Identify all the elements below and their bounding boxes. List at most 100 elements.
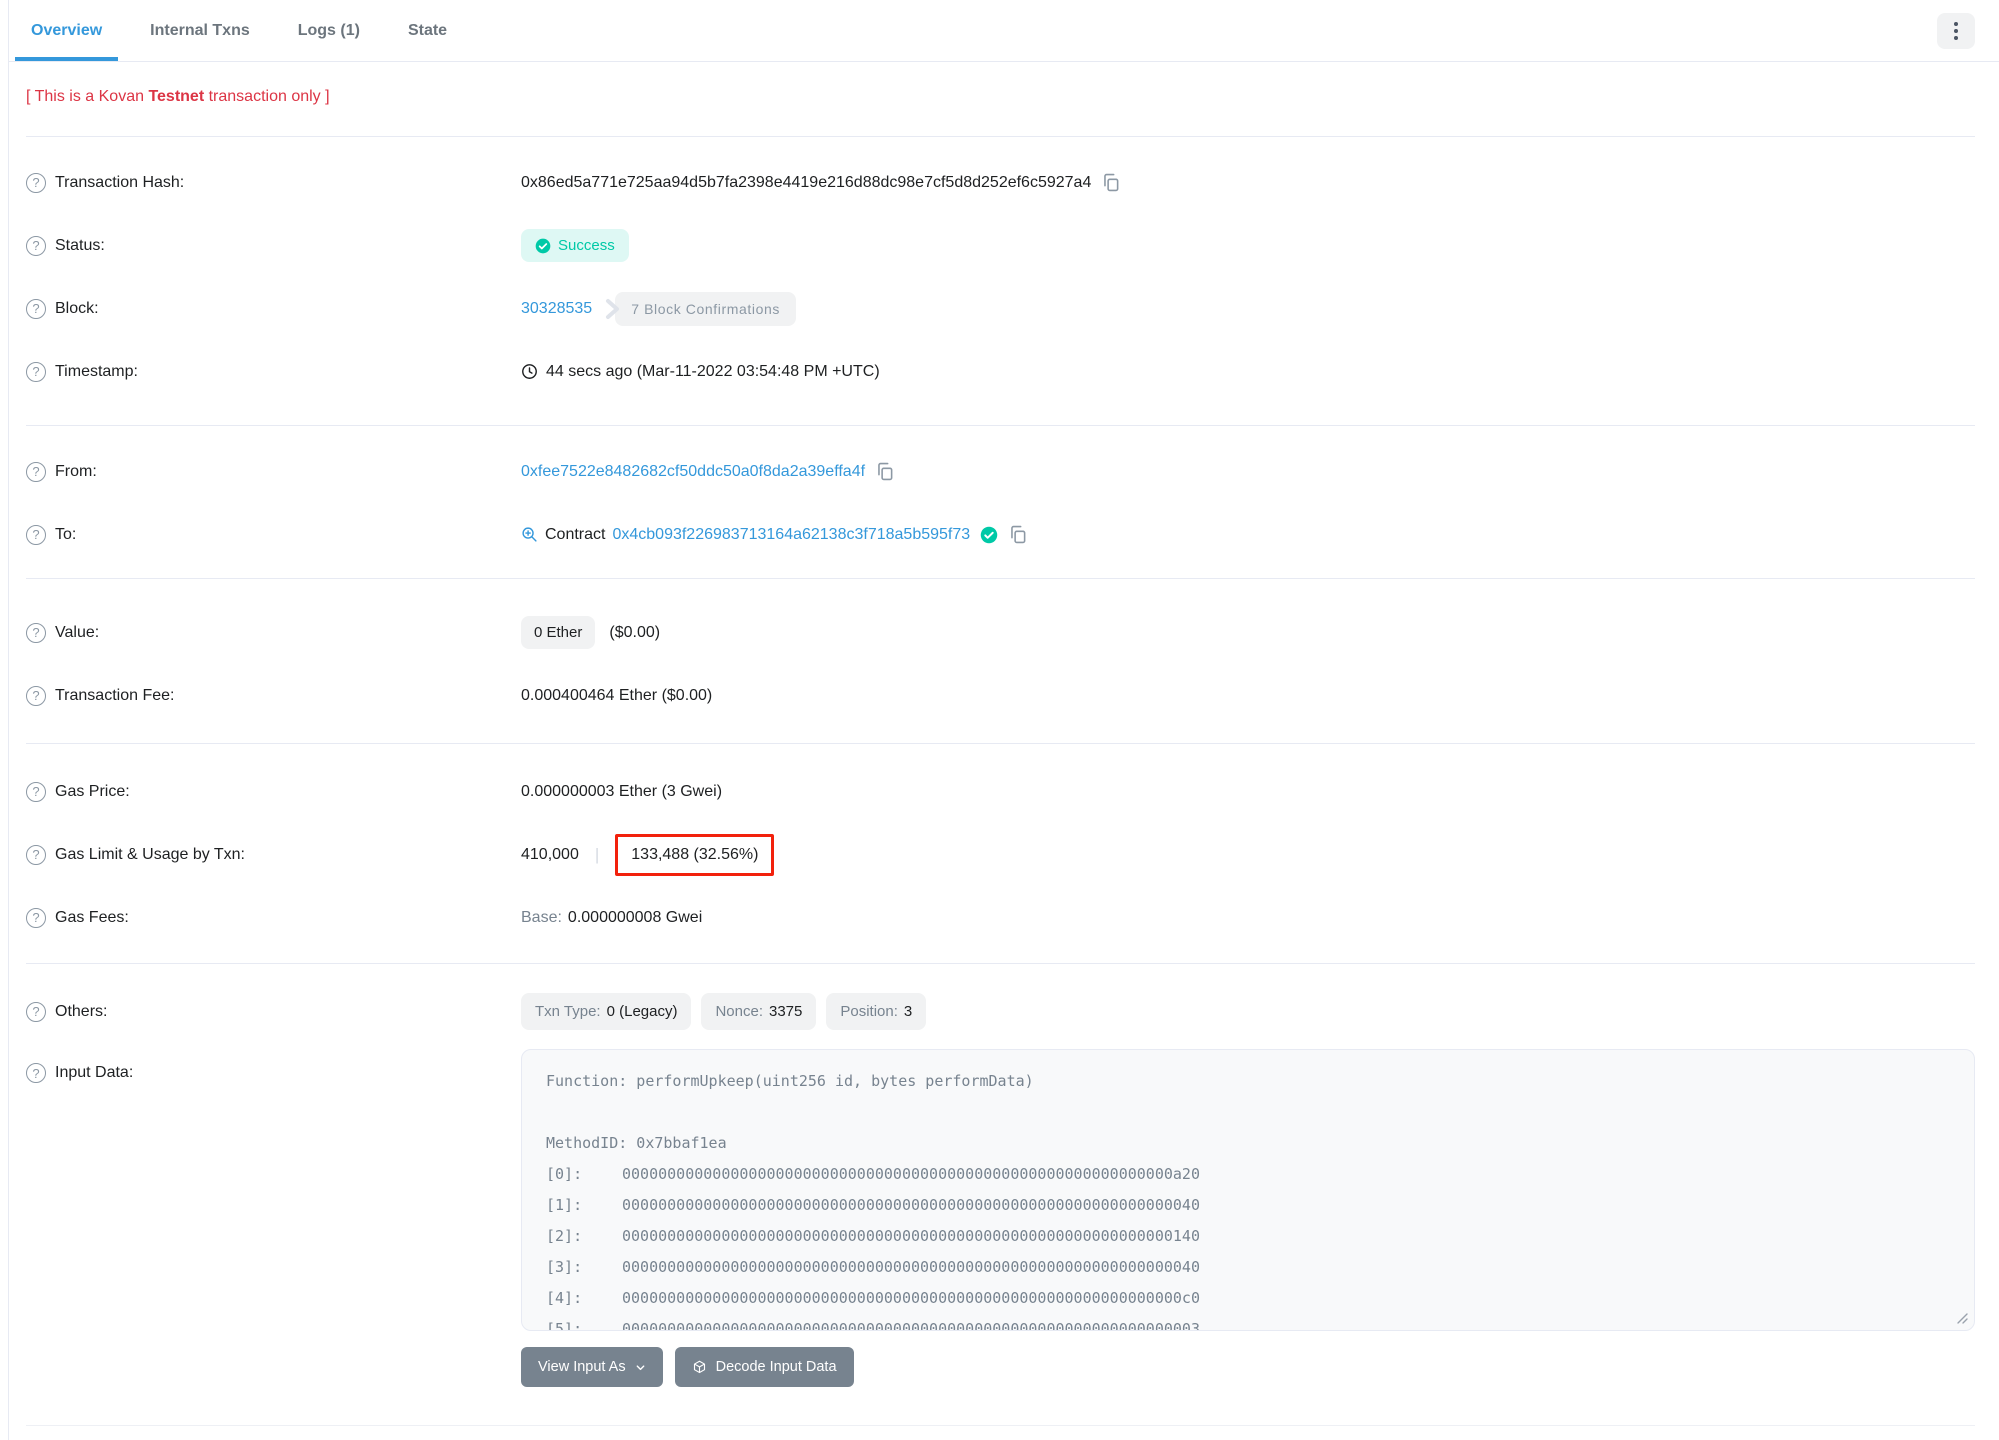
- notice-prefix: [ This is a Kovan: [26, 88, 149, 105]
- help-icon[interactable]: [26, 685, 46, 706]
- tab-internal-txns[interactable]: Internal Txns: [134, 0, 266, 61]
- help-icon[interactable]: [26, 844, 46, 865]
- position-value: 3: [903, 1003, 913, 1020]
- help-icon[interactable]: [26, 298, 46, 319]
- help-icon[interactable]: [26, 524, 46, 545]
- from-address-link[interactable]: 0xfee7522e8482682cf50ddc50a0f8da2a39effa…: [521, 463, 865, 481]
- row-gas-fees: Gas Fees: Base: 0.000000008 Gwei: [26, 886, 1975, 949]
- input-data-actions: View Input As Decode Input Data: [521, 1347, 1975, 1387]
- transaction-hash-value: 0x86ed5a771e725aa94d5b7fa2398e4419e216d8…: [521, 173, 1092, 191]
- ether-value-pill: 0 Ether: [521, 616, 596, 649]
- to-address-link[interactable]: 0x4cb093f226983713164a62138c3f718a5b595f…: [612, 526, 970, 544]
- position-label: Position:: [840, 1003, 898, 1020]
- word-index: [3]:: [546, 1258, 583, 1276]
- row-gas-price: Gas Price: 0.000000003 Ether (3 Gwei): [26, 760, 1975, 823]
- gas-limit-value: 410,000: [521, 845, 579, 863]
- input-function-line: Function: performUpkeep(uint256 id, byte…: [546, 1072, 1034, 1090]
- status-label: Status:: [55, 236, 105, 254]
- tab-state[interactable]: State: [392, 0, 463, 61]
- word-value: 0000000000000000000000000000000000000000…: [622, 1196, 1200, 1214]
- nonce-badge: Nonce: 3375: [701, 993, 817, 1030]
- input-word: [2]: 00000000000000000000000000000000000…: [546, 1221, 1950, 1252]
- help-icon[interactable]: [26, 235, 46, 256]
- value-label: Value:: [55, 623, 100, 641]
- verified-check-icon: [980, 526, 998, 544]
- magnifier-plus-icon[interactable]: [521, 526, 538, 543]
- clock-icon: [521, 363, 538, 380]
- row-input-data: Input Data: Function: performUpkeep(uint…: [26, 1049, 1975, 1331]
- word-value: 0000000000000000000000000000000000000000…: [622, 1320, 1200, 1331]
- help-icon[interactable]: [26, 781, 46, 802]
- tab-overview[interactable]: Overview: [15, 0, 119, 61]
- notice-bold: Testnet: [148, 88, 205, 105]
- input-data-label: Input Data:: [55, 1064, 134, 1081]
- copy-icon[interactable]: [875, 462, 894, 481]
- row-from: From: 0xfee7522e8482682cf50ddc50a0f8da2a…: [26, 440, 1975, 503]
- decode-input-data-label: Decode Input Data: [715, 1359, 837, 1375]
- position-badge: Position: 3: [826, 993, 927, 1030]
- base-fee-value: 0.000000008 Gwei: [567, 908, 703, 926]
- help-icon[interactable]: [26, 361, 46, 382]
- row-transaction-hash: Transaction Hash: 0x86ed5a771e725aa94d5b…: [26, 151, 1975, 214]
- copy-icon[interactable]: [1008, 525, 1027, 544]
- chevron-down-icon: [635, 1362, 646, 1373]
- gas-fees-label: Gas Fees:: [55, 908, 129, 926]
- gas-price-label: Gas Price:: [55, 782, 130, 800]
- nonce-value: 3375: [769, 1003, 803, 1020]
- help-icon[interactable]: [26, 172, 46, 193]
- tab-logs[interactable]: Logs (1): [282, 0, 376, 61]
- base-fee-label: Base:: [521, 908, 562, 926]
- txn-type-badge: Txn Type: 0 (Legacy): [521, 993, 692, 1030]
- to-contract-word: Contract: [545, 525, 606, 543]
- row-value: Value: 0 Ether ($0.00): [26, 601, 1975, 664]
- block-number-link[interactable]: 30328535: [521, 300, 592, 318]
- bottom-divider: [26, 1425, 1975, 1426]
- word-index: [0]:: [546, 1165, 583, 1183]
- copy-icon[interactable]: [1101, 173, 1120, 192]
- timestamp-value: 44 secs ago (Mar-11-2022 03:54:48 PM +UT…: [546, 362, 880, 380]
- resize-handle-icon[interactable]: [1956, 1312, 1969, 1325]
- word-value: 0000000000000000000000000000000000000000…: [622, 1289, 1200, 1307]
- help-icon[interactable]: [26, 907, 46, 928]
- help-icon[interactable]: [26, 461, 46, 482]
- block-confirmations-label: 7 Block Confirmations: [615, 291, 796, 326]
- transaction-fee-label: Transaction Fee:: [55, 686, 175, 704]
- input-word: [3]: 00000000000000000000000000000000000…: [546, 1252, 1950, 1283]
- row-status: Status: Success: [26, 214, 1975, 277]
- help-icon[interactable]: [26, 622, 46, 643]
- row-others: Others: Txn Type: 0 (Legacy) Nonce: 3375: [26, 980, 1975, 1043]
- txn-type-value: 0 (Legacy): [606, 1003, 678, 1020]
- row-transaction-fee: Transaction Fee: 0.000400464 Ether ($0.0…: [26, 664, 1975, 727]
- row-to: To: Contract 0x4cb093f226983713164a62138…: [26, 503, 1975, 566]
- block-confirmations-badge: 7 Block Confirmations: [602, 291, 796, 326]
- view-input-as-button[interactable]: View Input As: [521, 1347, 663, 1387]
- help-icon[interactable]: [26, 1001, 46, 1022]
- others-badges: Txn Type: 0 (Legacy) Nonce: 3375 Positio…: [521, 993, 927, 1030]
- word-value: 0000000000000000000000000000000000000000…: [622, 1165, 1200, 1183]
- word-value: 0000000000000000000000000000000000000000…: [622, 1258, 1200, 1276]
- input-data-textarea[interactable]: Function: performUpkeep(uint256 id, byte…: [521, 1049, 1975, 1331]
- kebab-menu-icon: [1954, 21, 1958, 40]
- more-options-button[interactable]: [1937, 12, 1975, 49]
- chevron-right-icon: [602, 298, 622, 320]
- others-label: Others:: [55, 1002, 108, 1020]
- word-index: [4]:: [546, 1289, 583, 1307]
- nonce-label: Nonce:: [715, 1003, 763, 1020]
- word-index: [1]:: [546, 1196, 583, 1214]
- help-icon[interactable]: [26, 1063, 46, 1083]
- input-word: [4]: 00000000000000000000000000000000000…: [546, 1283, 1950, 1314]
- from-label: From:: [55, 462, 97, 480]
- value-separator: |: [594, 844, 600, 864]
- view-input-as-label: View Input As: [538, 1359, 626, 1375]
- transaction-details-card: Overview Internal Txns Logs (1) State [ …: [8, 0, 1999, 1440]
- gas-price-value: 0.000000003 Ether (3 Gwei): [521, 782, 723, 800]
- block-label: Block:: [55, 299, 99, 317]
- status-value: Success: [558, 237, 615, 254]
- tab-list: Overview Internal Txns Logs (1) State: [15, 0, 479, 61]
- input-methodid-line: MethodID: 0x7bbaf1ea: [546, 1134, 727, 1152]
- decode-input-data-button[interactable]: Decode Input Data: [674, 1347, 854, 1387]
- check-circle-icon: [535, 238, 551, 254]
- input-word: [5]: 00000000000000000000000000000000000…: [546, 1314, 1950, 1331]
- word-value: 0000000000000000000000000000000000000000…: [622, 1227, 1200, 1245]
- transaction-fee-value: 0.000400464 Ether ($0.00): [521, 686, 713, 704]
